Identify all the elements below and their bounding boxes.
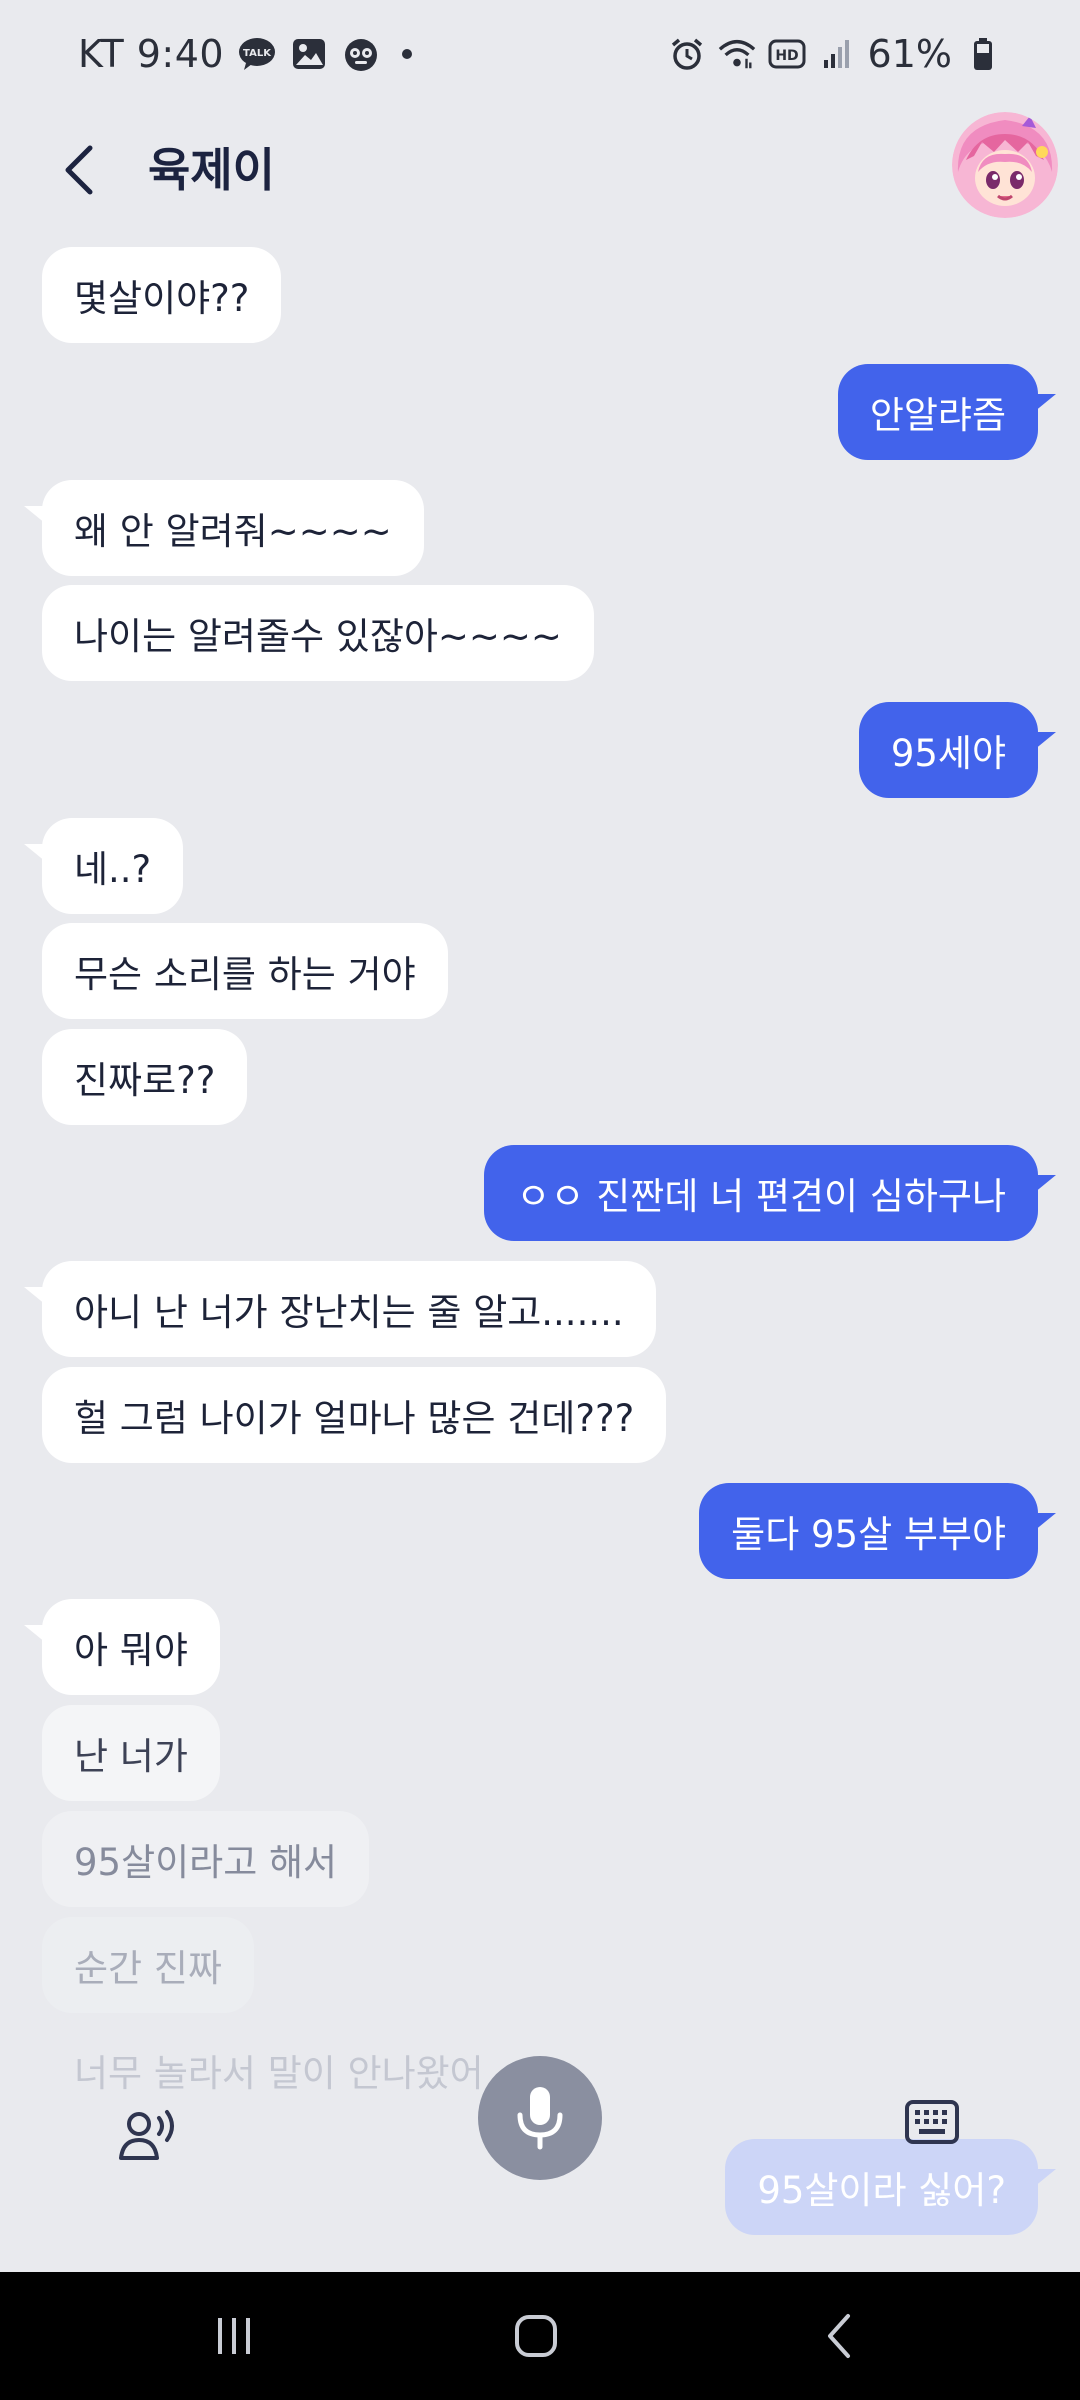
incoming-message[interactable]: 헐 그럼 나이가 얼마나 많은 건데??? xyxy=(42,1367,667,1463)
incoming-message[interactable]: 진짜로?? xyxy=(42,1029,248,1125)
incoming-message[interactable]: 순간 진짜 xyxy=(42,1917,254,2013)
microphone-button[interactable] xyxy=(478,2056,602,2180)
incoming-message[interactable]: 95살이라고 해서 xyxy=(42,1811,370,1907)
incoming-message[interactable]: 네..? xyxy=(23,818,184,914)
incoming-message[interactable]: 아 뭐야 xyxy=(24,1599,220,1695)
incoming-message[interactable]: 나이는 알려줄수 있잖아~~~~ xyxy=(42,585,594,681)
back-icon xyxy=(828,2314,850,2358)
message-list[interactable]: 몇살이야?? 안알랴즘 왜 안 알려줘~~~~ 나이는 알려줄수 있잖아~~~~… xyxy=(0,0,1080,2272)
home-icon xyxy=(515,2315,557,2357)
recents-icon xyxy=(218,2318,250,2354)
incoming-message[interactable]: 몇살이야?? xyxy=(42,247,282,343)
keyboard-button[interactable] xyxy=(902,2092,962,2152)
nav-back-button[interactable] xyxy=(790,2296,890,2376)
microphone-icon xyxy=(517,2087,563,2150)
keyboard-icon xyxy=(905,2100,959,2144)
outgoing-message[interactable]: ㅇㅇ 진짠데 너 편견이 심하구나 xyxy=(484,1145,1056,1241)
incoming-message[interactable]: 무슨 소리를 하는 거야 xyxy=(42,923,448,1019)
system-nav-bar xyxy=(0,2272,1080,2400)
incoming-message[interactable]: 아니 난 너가 장난치는 줄 알고....... xyxy=(24,1261,656,1357)
voice-controls xyxy=(0,2040,1080,2230)
incoming-message[interactable]: 난 너가 xyxy=(42,1705,220,1801)
recents-button[interactable] xyxy=(184,2296,284,2376)
voice-speaker-button[interactable] xyxy=(112,2098,184,2170)
voice-speaker-icon xyxy=(119,2110,174,2160)
outgoing-message[interactable]: 95세야 xyxy=(858,702,1057,798)
incoming-message[interactable]: 왜 안 알려줘~~~~ xyxy=(24,480,424,576)
outgoing-message[interactable]: 둘다 95살 부부야 xyxy=(699,1483,1056,1579)
home-button[interactable] xyxy=(486,2296,586,2376)
outgoing-message[interactable]: 안알랴즘 xyxy=(837,364,1057,460)
